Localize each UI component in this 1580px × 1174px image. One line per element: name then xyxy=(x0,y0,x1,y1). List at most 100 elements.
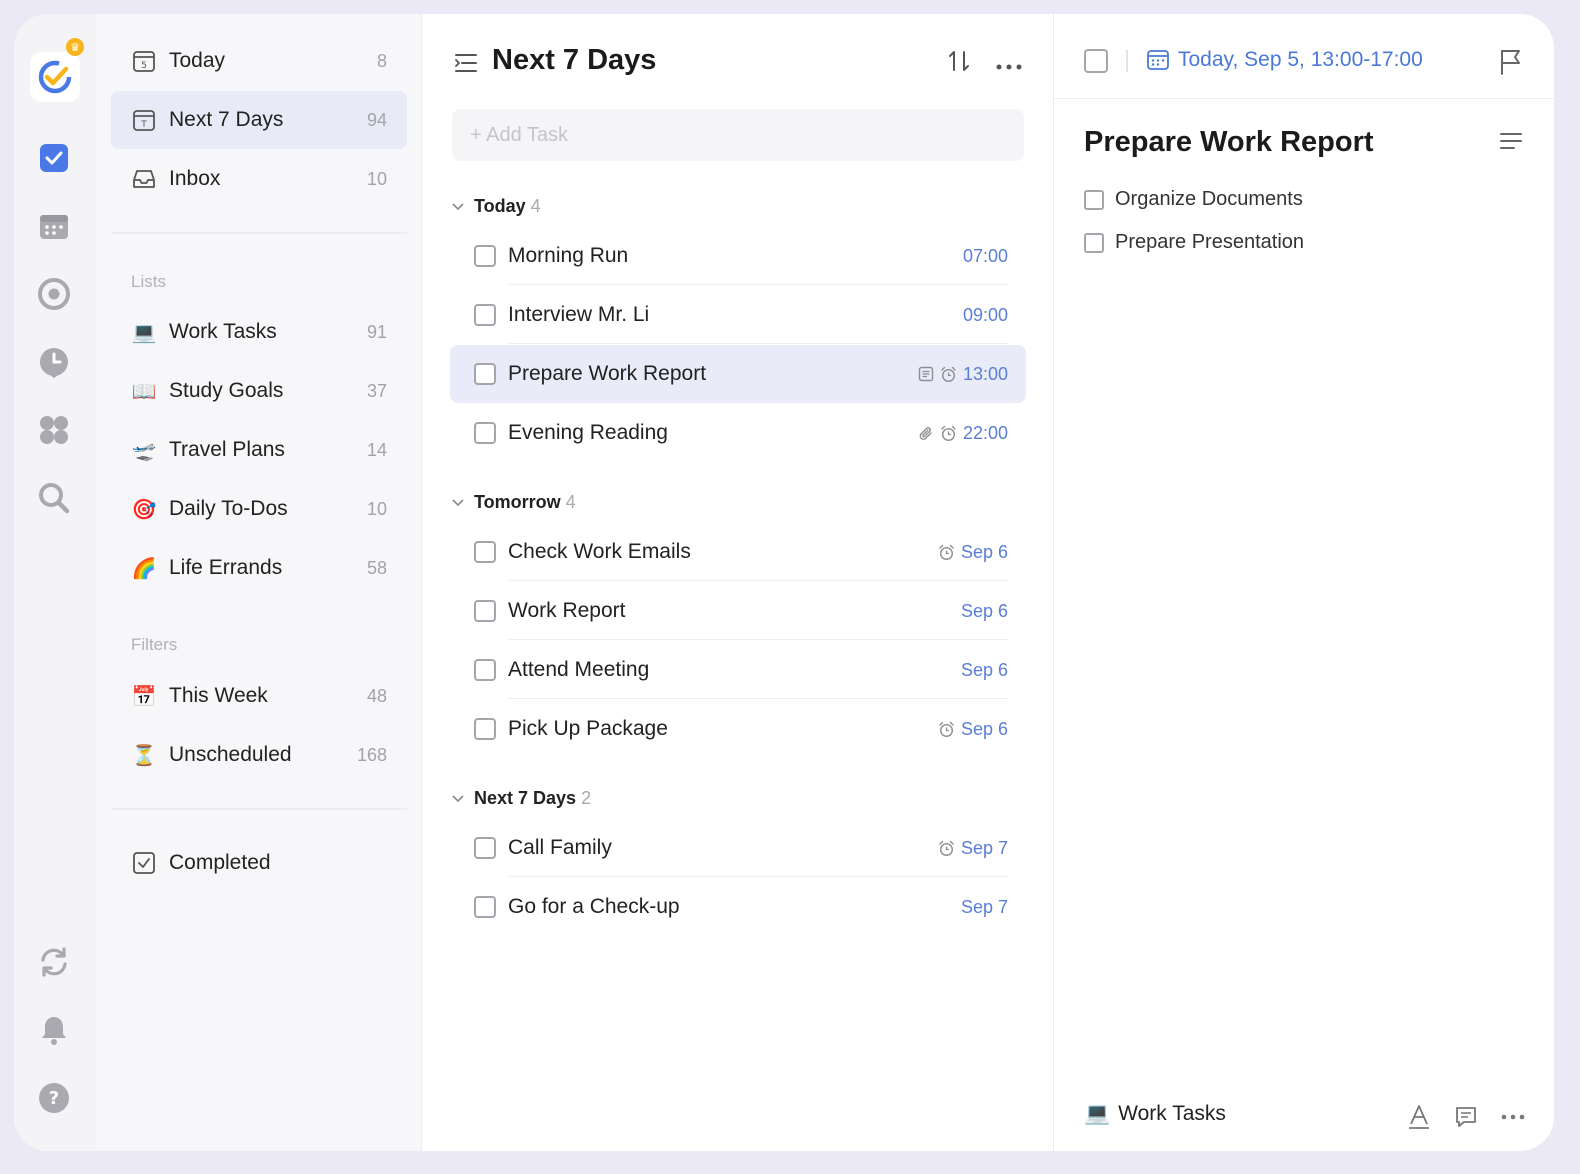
group-count: 2 xyxy=(581,788,592,808)
svg-text:5: 5 xyxy=(141,61,147,71)
group-count: 4 xyxy=(565,492,576,512)
due-date-button[interactable]: Today, Sep 5, 13:00-17:00 xyxy=(1146,48,1423,72)
menu-toggle-icon[interactable] xyxy=(454,52,478,79)
task-row[interactable]: Work Report Sep 6 xyxy=(450,582,1026,640)
group-header-today[interactable]: Today 4 xyxy=(452,196,541,217)
task-checkbox[interactable] xyxy=(474,837,496,859)
task-checkbox[interactable] xyxy=(474,541,496,563)
sidebar-item-study-goals[interactable]: 📖 Study Goals 37 xyxy=(111,362,407,420)
flag-icon[interactable] xyxy=(1498,48,1524,81)
calendar-icon[interactable] xyxy=(36,208,72,244)
help-icon[interactable]: ? xyxy=(36,1080,72,1116)
task-checkbox[interactable] xyxy=(474,245,496,267)
pomodoro-clock-icon[interactable] xyxy=(36,344,72,380)
task-title: Interview Mr. Li xyxy=(508,303,650,326)
task-date: Sep 6 xyxy=(960,718,1008,739)
task-row[interactable]: Morning Run 07:00 xyxy=(450,227,1026,285)
row-separator xyxy=(508,580,1008,581)
sidebar-item-inbox[interactable]: Inbox 10 xyxy=(111,150,407,208)
more-options-icon[interactable] xyxy=(996,58,1022,76)
lists-section-title: Lists xyxy=(131,272,166,291)
sidebar-item-count: 91 xyxy=(366,321,387,342)
sidebar-item-label: Completed xyxy=(169,851,271,874)
task-detail-panel: Today, Sep 5, 13:00-17:00 Prepare Work R… xyxy=(1054,14,1554,1151)
task-list-panel: Next 7 Days + Add Task Today 4 Morning R… xyxy=(422,14,1054,1151)
task-list-name: Work Tasks xyxy=(1118,1102,1226,1125)
sort-icon[interactable] xyxy=(948,48,970,79)
subtask-checkbox[interactable] xyxy=(1084,232,1104,253)
checked-box-icon xyxy=(131,850,157,876)
calendar-5-icon: 5 xyxy=(131,48,157,74)
subtask-title: Prepare Presentation xyxy=(1115,231,1305,253)
sidebar-item-life-errands[interactable]: 🌈 Life Errands 58 xyxy=(111,539,407,597)
add-task-input[interactable]: + Add Task xyxy=(452,109,1024,161)
group-name: Tomorrow xyxy=(474,492,561,512)
sidebar-item-completed[interactable]: Completed xyxy=(111,834,407,892)
search-icon[interactable] xyxy=(36,480,72,516)
task-time: 07:00 xyxy=(962,245,1008,266)
header-divider xyxy=(1054,98,1554,99)
header-separator xyxy=(1126,50,1128,72)
group-header-next-7-days[interactable]: Next 7 Days 2 xyxy=(452,788,591,809)
task-title: Go for a Check-up xyxy=(508,895,680,918)
task-row-selected[interactable]: Prepare Work Report 13:00 xyxy=(450,345,1026,403)
task-checkbox[interactable] xyxy=(474,718,496,740)
task-row[interactable]: Go for a Check-up Sep 7 xyxy=(450,878,1026,936)
task-checkbox[interactable] xyxy=(474,896,496,918)
sidebar-item-count: 10 xyxy=(366,168,387,189)
sidebar-item-daily-todos[interactable]: 🎯 Daily To-Dos 10 xyxy=(111,480,407,538)
task-checkbox[interactable] xyxy=(474,363,496,385)
hourglass-icon: ⏳ xyxy=(131,744,157,767)
sidebar-item-label: Study Goals xyxy=(169,379,284,402)
sync-icon[interactable] xyxy=(36,944,72,980)
chevron-down-icon xyxy=(452,496,466,510)
habit-grid-icon[interactable] xyxy=(36,412,72,448)
sidebar-item-work-tasks[interactable]: 💻 Work Tasks 91 xyxy=(111,303,407,361)
task-row[interactable]: Evening Reading 22:00 xyxy=(450,404,1026,462)
notification-bell-icon[interactable] xyxy=(36,1012,72,1048)
row-separator xyxy=(508,639,1008,640)
subtask-checkbox[interactable] xyxy=(1084,189,1104,210)
description-mode-icon[interactable] xyxy=(1500,132,1522,155)
tasks-checkbox-icon[interactable] xyxy=(36,140,72,176)
sidebar-item-this-week[interactable]: 📅 This Week 48 xyxy=(111,667,407,725)
sidebar-item-travel-plans[interactable]: 🛫 Travel Plans 14 xyxy=(111,421,407,479)
task-date: Sep 7 xyxy=(960,837,1008,858)
task-date: Sep 6 xyxy=(960,600,1008,621)
more-options-icon[interactable] xyxy=(1498,1102,1528,1132)
note-icon xyxy=(918,366,934,382)
sidebar-item-count: 58 xyxy=(366,557,387,578)
task-row[interactable]: Attend Meeting Sep 6 xyxy=(450,641,1026,699)
alarm-clock-icon xyxy=(938,544,955,561)
task-title: Attend Meeting xyxy=(508,658,650,681)
task-checkbox[interactable] xyxy=(474,422,496,444)
task-checkbox[interactable] xyxy=(474,304,496,326)
detail-complete-checkbox[interactable] xyxy=(1084,49,1108,73)
focus-target-icon[interactable] xyxy=(36,276,72,312)
task-row[interactable]: Call Family Sep 7 xyxy=(450,819,1026,877)
sidebar-item-count: 37 xyxy=(366,380,387,401)
sidebar-item-label: Next 7 Days xyxy=(169,108,284,131)
sidebar-item-next-7-days[interactable]: T Next 7 Days 94 xyxy=(111,91,407,149)
chevron-down-icon xyxy=(452,792,466,806)
subtask-item[interactable]: Prepare Presentation xyxy=(1084,231,1304,254)
sidebar-item-unscheduled[interactable]: ⏳ Unscheduled 168 xyxy=(111,726,407,784)
task-list-selector[interactable]: 💻 Work Tasks xyxy=(1084,1102,1226,1126)
subtask-item[interactable]: Organize Documents xyxy=(1084,188,1303,211)
task-row[interactable]: Pick Up Package Sep 6 xyxy=(450,700,1026,758)
task-detail-title[interactable]: Prepare Work Report xyxy=(1084,126,1374,159)
task-checkbox[interactable] xyxy=(474,600,496,622)
group-header-tomorrow[interactable]: Tomorrow 4 xyxy=(452,492,576,513)
text-format-icon[interactable] xyxy=(1404,1102,1434,1132)
laptop-icon: 💻 xyxy=(1084,1102,1111,1125)
calendar-icon xyxy=(1146,48,1170,72)
task-row[interactable]: Check Work Emails Sep 6 xyxy=(450,523,1026,581)
comment-icon[interactable] xyxy=(1451,1102,1481,1132)
sidebar-item-today[interactable]: 5 Today 8 xyxy=(111,32,407,90)
sidebar-item-count: 168 xyxy=(356,744,387,765)
task-checkbox[interactable] xyxy=(474,659,496,681)
filters-section-title: Filters xyxy=(131,635,178,654)
row-separator xyxy=(508,343,1008,344)
task-row[interactable]: Interview Mr. Li 09:00 xyxy=(450,286,1026,344)
app-logo xyxy=(30,52,80,102)
